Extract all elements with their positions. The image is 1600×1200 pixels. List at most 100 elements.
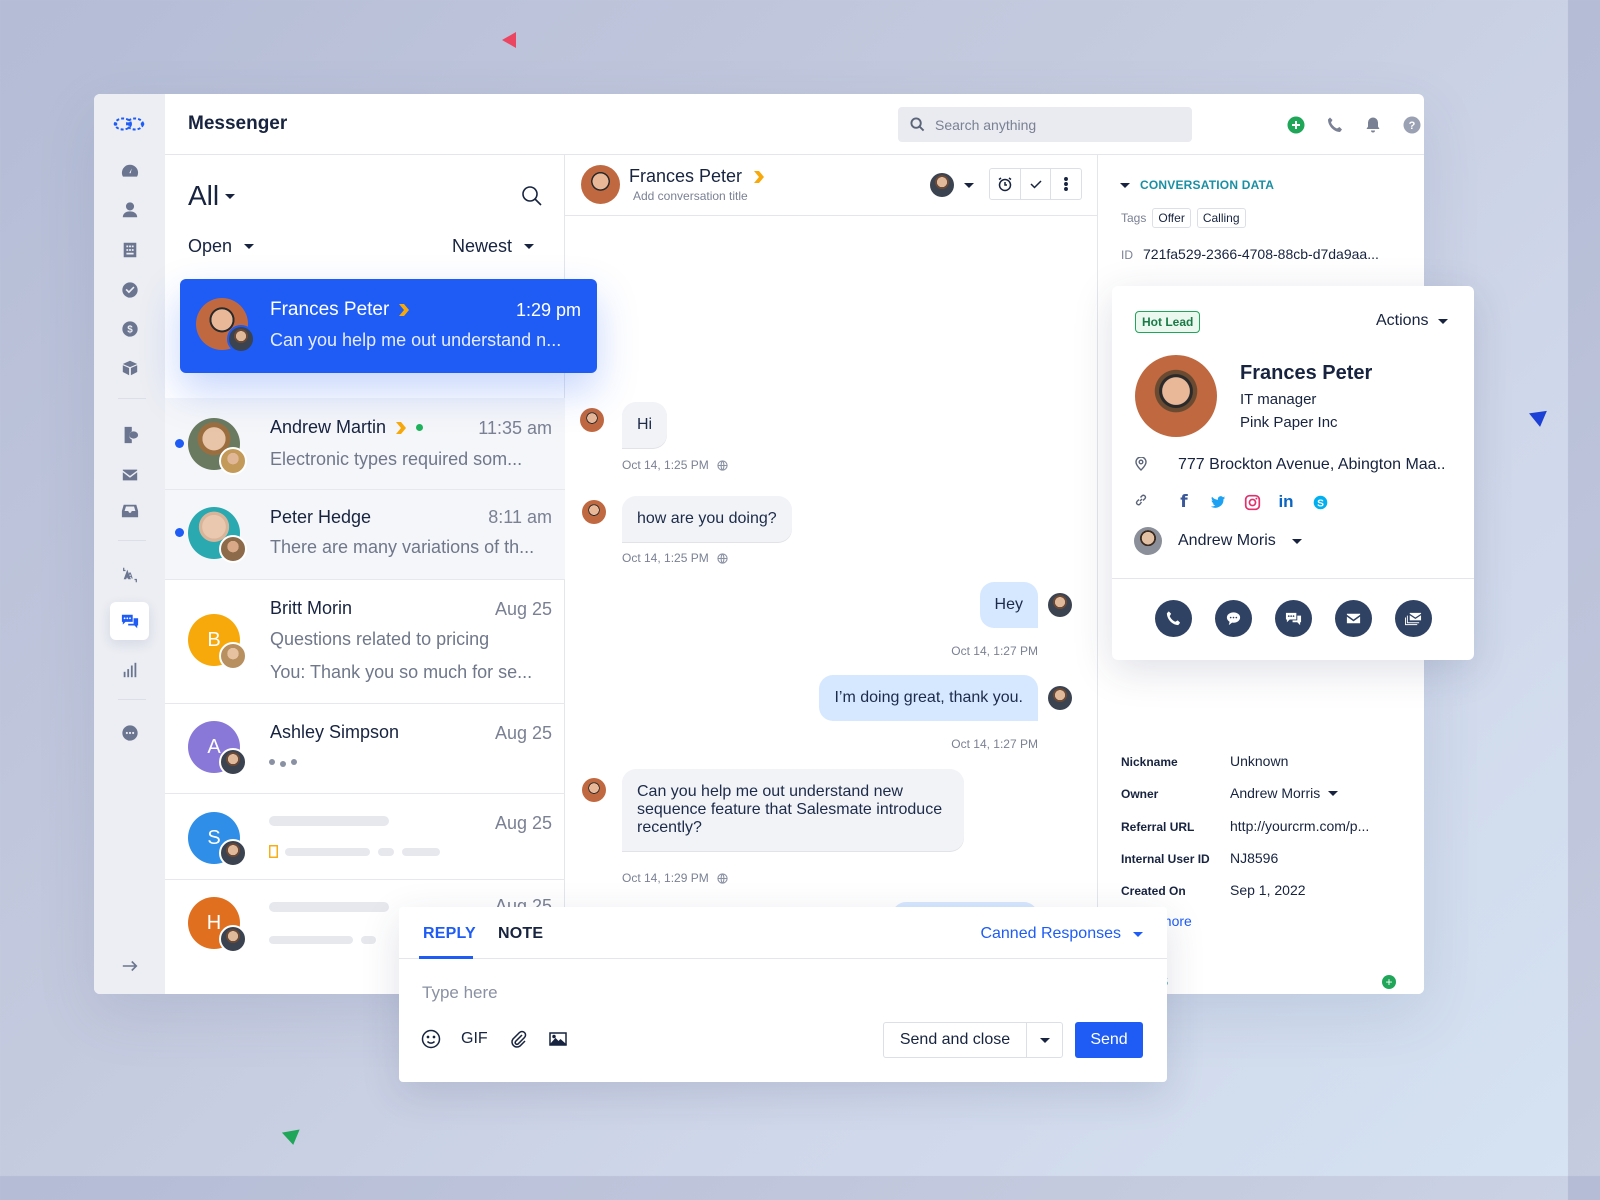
sort-dropdown[interactable]: Newest — [452, 236, 535, 257]
priority-chevron-icon — [399, 304, 410, 316]
skype-icon[interactable]: S — [1310, 492, 1330, 512]
sidebar-item-text-messages[interactable] — [110, 416, 149, 454]
unread-indicator — [175, 439, 184, 448]
actions-dropdown[interactable]: Actions — [1376, 312, 1449, 330]
agent-avatar — [219, 839, 247, 867]
online-indicator — [416, 424, 424, 431]
attach-button[interactable] — [508, 1029, 528, 1049]
sidebar-item-messenger[interactable] — [110, 602, 149, 640]
logo-icon — [113, 117, 145, 131]
sidebar-item-dashboard[interactable] — [110, 152, 149, 190]
add-button[interactable] — [1286, 115, 1305, 134]
send-options-dropdown[interactable] — [1027, 1023, 1062, 1057]
field-label: Referral URL — [1121, 820, 1195, 834]
gif-button[interactable]: GIF — [461, 1030, 488, 1048]
field-label: Internal User ID — [1121, 852, 1210, 866]
conversation-data-toggle[interactable]: CONVERSATION DATA — [1120, 178, 1274, 192]
conversation-time: 1:29 pm — [515, 300, 581, 320]
close-conversation-button[interactable] — [1021, 169, 1052, 199]
chat-button[interactable] — [1275, 600, 1312, 637]
twitter-icon[interactable] — [1208, 492, 1228, 512]
conversation-title-input[interactable]: Add conversation title — [633, 189, 748, 203]
sidebar-item-reports[interactable] — [110, 651, 149, 689]
sms-button[interactable] — [1215, 600, 1252, 637]
send-and-close-button[interactable]: Send and close — [884, 1023, 1027, 1057]
bulk-email-button[interactable] — [1395, 600, 1432, 637]
sidebar-item-deals[interactable]: $ — [110, 310, 149, 348]
sidebar-item-contacts[interactable] — [110, 191, 149, 229]
linkedin-icon[interactable]: in — [1276, 492, 1296, 512]
global-search[interactable] — [898, 107, 1192, 142]
owner-avatar — [1134, 527, 1162, 555]
sidebar-item-automation[interactable]: A — [110, 556, 149, 594]
conversation-item[interactable]: B Britt Morin Aug 25 Questions related t… — [165, 580, 565, 704]
email-button[interactable] — [1335, 600, 1372, 637]
chat-contact-name: Frances Peter — [629, 166, 766, 187]
conversation-item-active[interactable]: Frances Peter 1:29 pm Can you help me ou… — [180, 279, 597, 373]
message-input[interactable] — [422, 983, 922, 1003]
instagram-icon[interactable] — [1242, 492, 1262, 512]
help-button[interactable]: ? — [1402, 115, 1421, 134]
building-icon — [123, 242, 136, 258]
globe-icon — [717, 459, 728, 471]
chat-pane: Frances Peter Add conversation title Hi … — [565, 155, 1098, 994]
facebook-icon[interactable]: f — [1174, 492, 1194, 512]
tab-note[interactable]: NOTE — [498, 925, 543, 943]
loading-placeholder — [402, 848, 440, 856]
conversation-name: Ashley Simpson — [270, 722, 400, 742]
sidebar-item-products[interactable] — [110, 349, 149, 387]
conversation-item[interactable]: Peter Hedge 8:11 am There are many varia… — [165, 490, 565, 580]
help-icon: ? — [1403, 116, 1420, 133]
contact-avatar — [581, 165, 620, 204]
phone-button[interactable] — [1325, 115, 1344, 134]
canned-responses-dropdown[interactable]: Canned Responses — [980, 925, 1143, 943]
conversation-name: Frances Peter — [270, 299, 411, 321]
call-button[interactable] — [1155, 600, 1192, 637]
person-icon — [122, 202, 137, 218]
field-label: Created On — [1121, 884, 1186, 898]
inbox-filter-dropdown[interactable]: All — [188, 180, 236, 212]
notifications-button[interactable] — [1363, 115, 1382, 134]
chevron-down-icon — [1039, 1037, 1050, 1043]
globe-icon — [717, 552, 728, 564]
sidebar-item-more[interactable] — [110, 714, 149, 752]
sidebar-item-tasks[interactable] — [110, 271, 149, 309]
search-input[interactable] — [935, 116, 1165, 133]
tab-reply[interactable]: REPLY — [423, 925, 476, 943]
image-button[interactable] — [548, 1029, 568, 1049]
contact-company[interactable]: Pink Paper Inc — [1240, 414, 1338, 431]
add-note-button[interactable]: + — [1382, 975, 1396, 989]
sidebar-item-inbox[interactable] — [110, 492, 149, 530]
tag-chip[interactable]: Offer — [1152, 208, 1191, 228]
inbox-filter-label: All — [188, 180, 220, 211]
field-row: Created On Sep 1, 2022 — [1121, 882, 1411, 902]
priority-chevron-icon — [754, 170, 765, 183]
collapse-sidebar-button[interactable] — [110, 947, 149, 985]
conversation-item[interactable]: S Aug 25 — [165, 794, 565, 880]
conversation-item[interactable]: A Ashley Simpson Aug 25 — [165, 704, 565, 794]
contact-avatar — [582, 778, 606, 802]
send-button[interactable]: Send — [1075, 1022, 1143, 1058]
field-label: Nickname — [1121, 755, 1178, 769]
emoji-button[interactable] — [421, 1029, 441, 1049]
tag-chip[interactable]: Calling — [1196, 208, 1246, 228]
sidebar-item-companies[interactable] — [110, 231, 149, 269]
sort-label: Newest — [452, 236, 513, 256]
status-filter-dropdown[interactable]: Open — [188, 236, 255, 257]
agent-avatar — [219, 642, 247, 670]
contact-address: 777 Brockton Avenue, Abington Maa.. — [1178, 456, 1446, 473]
assignee-dropdown[interactable] — [930, 173, 974, 197]
owner-dropdown[interactable]: Andrew Morris — [1230, 785, 1339, 801]
message-meta: Oct 14, 1:27 PM — [951, 737, 1038, 751]
chat-bubbles-icon — [1285, 612, 1302, 626]
conversation-search-button[interactable] — [521, 185, 543, 207]
inbox-icon — [121, 504, 138, 518]
referral-url-link[interactable]: http://yourcrm.com/p... — [1230, 818, 1369, 834]
snooze-button[interactable] — [990, 169, 1021, 199]
dollar-icon: $ — [121, 321, 138, 337]
more-options-button[interactable] — [1051, 169, 1081, 199]
conversation-item[interactable]: Andrew Martin 11:35 am Electronic types … — [165, 398, 565, 490]
contact-owner-dropdown[interactable]: Andrew Moris — [1134, 527, 1302, 555]
conversation-preview: Electronic types required som... — [270, 449, 523, 469]
sidebar-item-email[interactable] — [110, 456, 149, 494]
